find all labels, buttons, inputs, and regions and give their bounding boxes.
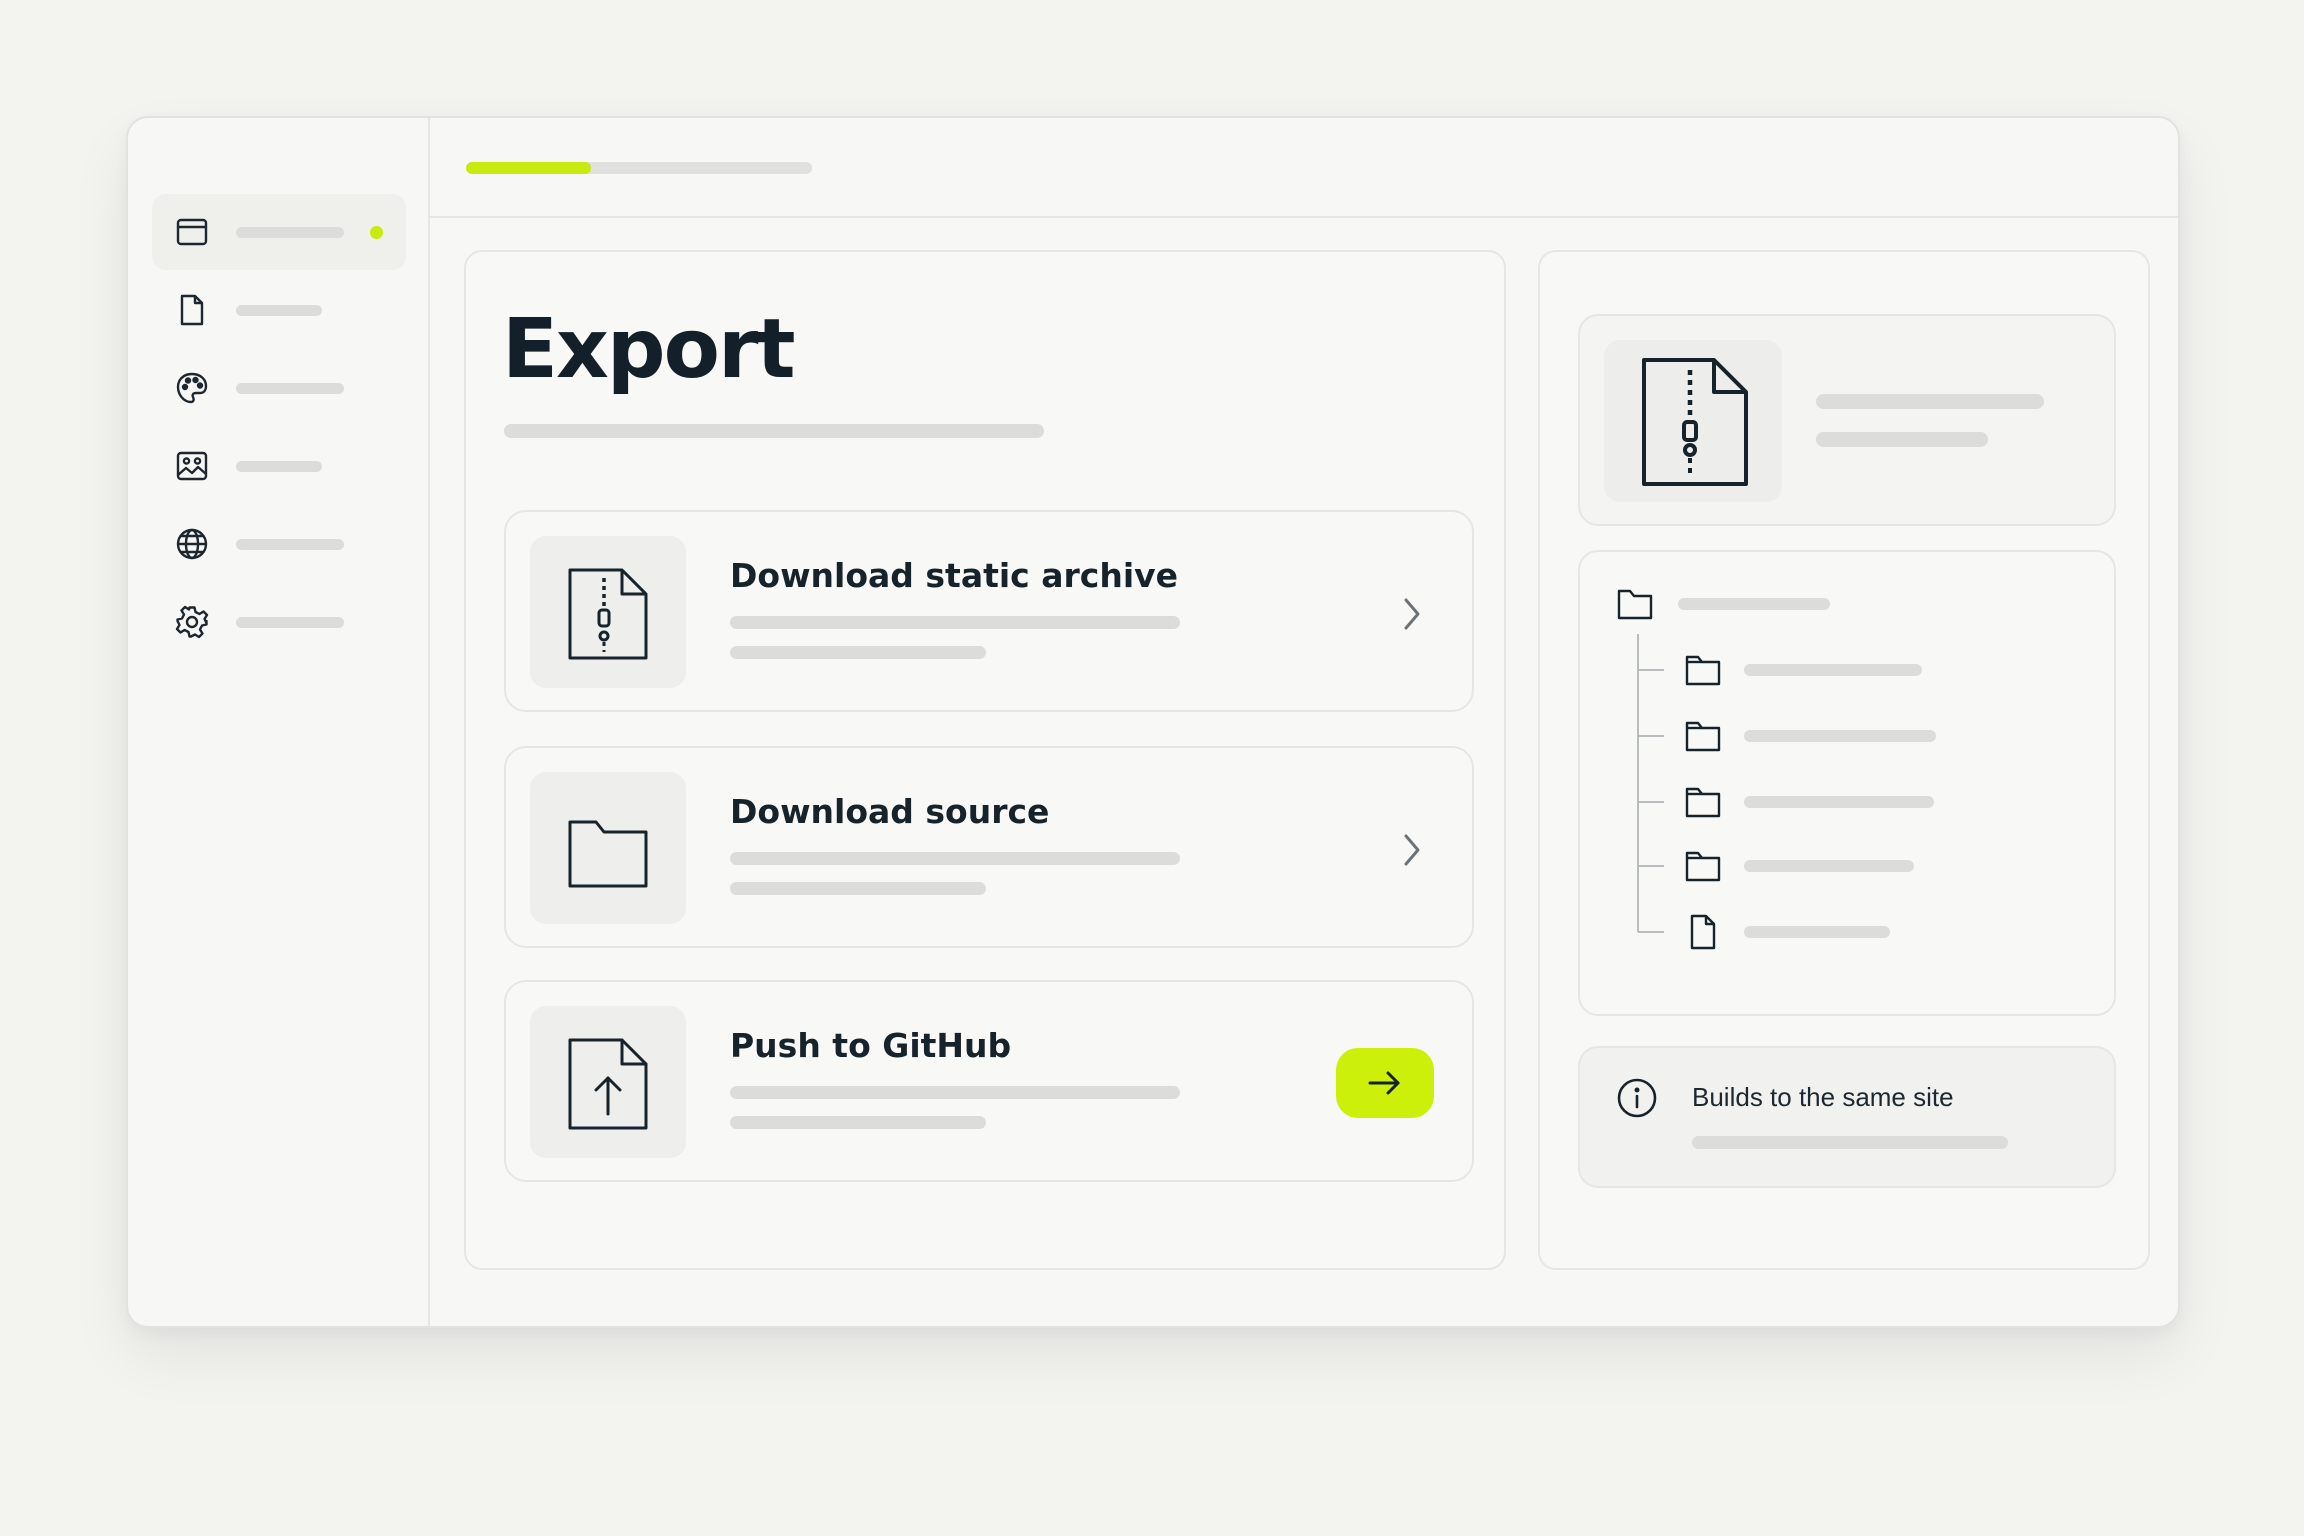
sidebar-item-theme[interactable] [152,350,406,426]
sidebar-item-label [236,461,322,472]
chevron-right-icon[interactable] [1396,830,1428,870]
download-static-archive-option[interactable]: Download static archive [504,510,1474,712]
progress-fill [466,162,591,174]
palette-icon [174,370,210,406]
tree-item-label [1678,598,1830,610]
gear-icon [174,604,210,640]
page-subtitle-placeholder [504,424,1044,438]
sidebar-item-label [236,227,344,238]
page-title: Export [502,302,796,397]
download-source-option[interactable]: Download source [504,746,1474,948]
tree-item-label [1744,860,1914,872]
option-thumbnail [530,772,686,924]
sidebar-item-media[interactable] [152,428,406,504]
file-tree [1578,550,2116,1016]
archive-preview [1578,314,2116,526]
folder-icon [1684,718,1722,754]
export-panel: Export Download static archive Download … [464,250,1506,1270]
tree-item-label [1744,926,1890,938]
tree-item-label [1744,796,1934,808]
sidebar-item-label [236,383,344,394]
sidebar [128,118,430,1326]
sidebar-item-label [236,305,322,316]
info-note: Builds to the same site [1578,1046,2116,1188]
option-description-placeholder [730,1116,986,1129]
sidebar-item-domains[interactable] [152,506,406,582]
preview-thumbnail [1604,340,1782,502]
sidebar-item-pages[interactable] [152,194,406,270]
globe-icon [174,526,210,562]
active-indicator [370,226,383,239]
option-description-placeholder [730,616,1180,629]
push-to-github-option[interactable]: Push to GitHub [504,980,1474,1182]
folder-icon [1684,784,1722,820]
preview-meta-placeholder [1816,432,1988,447]
folder-icon [1616,586,1654,622]
option-thumbnail [530,536,686,688]
info-icon [1616,1077,1658,1119]
tree-connector-lines [1637,634,1664,933]
zip-file-icon [1642,358,1748,486]
folder-icon [1684,848,1722,884]
sidebar-item-files[interactable] [152,272,406,348]
option-title: Download source [730,792,1050,831]
arrow-right-icon [1368,1071,1400,1095]
sidebar-item-label [236,617,344,628]
progress-bar [466,162,812,174]
sidebar-item-settings[interactable] [152,584,406,660]
zip-file-icon [568,568,648,660]
folder-icon [568,820,648,888]
option-title: Download static archive [730,556,1179,595]
option-description-placeholder [730,852,1180,865]
file-icon [1684,914,1722,950]
export-preview-panel: Builds to the same site [1538,250,2150,1270]
push-to-github-button[interactable] [1336,1048,1434,1118]
info-text: Builds to the same site [1692,1082,1954,1112]
file-icon [174,292,210,328]
info-detail-placeholder [1692,1136,2008,1149]
option-description-placeholder [730,1086,1180,1099]
option-thumbnail [530,1006,686,1158]
chevron-right-icon[interactable] [1396,594,1428,634]
topbar [430,118,2178,218]
image-icon [174,448,210,484]
option-title: Push to GitHub [730,1026,1012,1065]
option-description-placeholder [730,882,986,895]
file-upload-icon [568,1038,648,1130]
browser-window-icon [174,214,210,250]
tree-item-label [1744,730,1936,742]
app-window: Export Download static archive Download … [126,116,2180,1328]
folder-icon [1684,652,1722,688]
tree-item-label [1744,664,1922,676]
option-description-placeholder [730,646,986,659]
sidebar-item-label [236,539,344,550]
preview-title-placeholder [1816,394,2044,409]
